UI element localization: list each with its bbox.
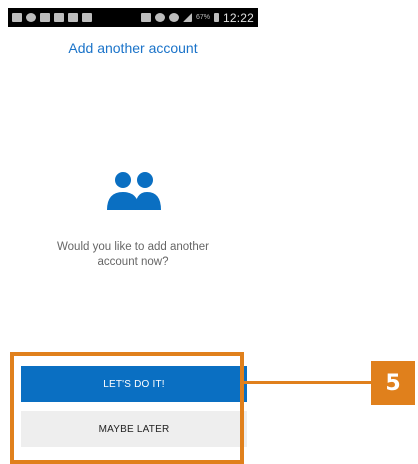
chat-icon (26, 13, 36, 22)
calendar-icon (82, 13, 92, 22)
notification-icon (12, 13, 22, 22)
message-icon (40, 13, 50, 22)
callout-connector (244, 381, 371, 384)
clock: 12:22 (222, 10, 254, 25)
system-icons: 67% 12:22 (140, 10, 254, 25)
wifi-icon (168, 13, 179, 22)
mute-icon (140, 13, 151, 22)
people-icon (107, 172, 161, 210)
battery-icon (213, 13, 219, 22)
battery-percent: 67% (195, 14, 210, 21)
highlight-box (10, 352, 244, 464)
page-title: Add another account (68, 40, 198, 56)
mail-icon (54, 13, 64, 22)
image-icon (68, 13, 78, 22)
status-bar: 67% 12:22 (8, 8, 258, 27)
signal-icon (182, 13, 192, 22)
notification-icons (12, 13, 92, 22)
add-account-prompt: Would you like to add another account no… (57, 241, 209, 268)
alarm-icon (154, 13, 165, 22)
step-callout: 5 (371, 361, 415, 405)
